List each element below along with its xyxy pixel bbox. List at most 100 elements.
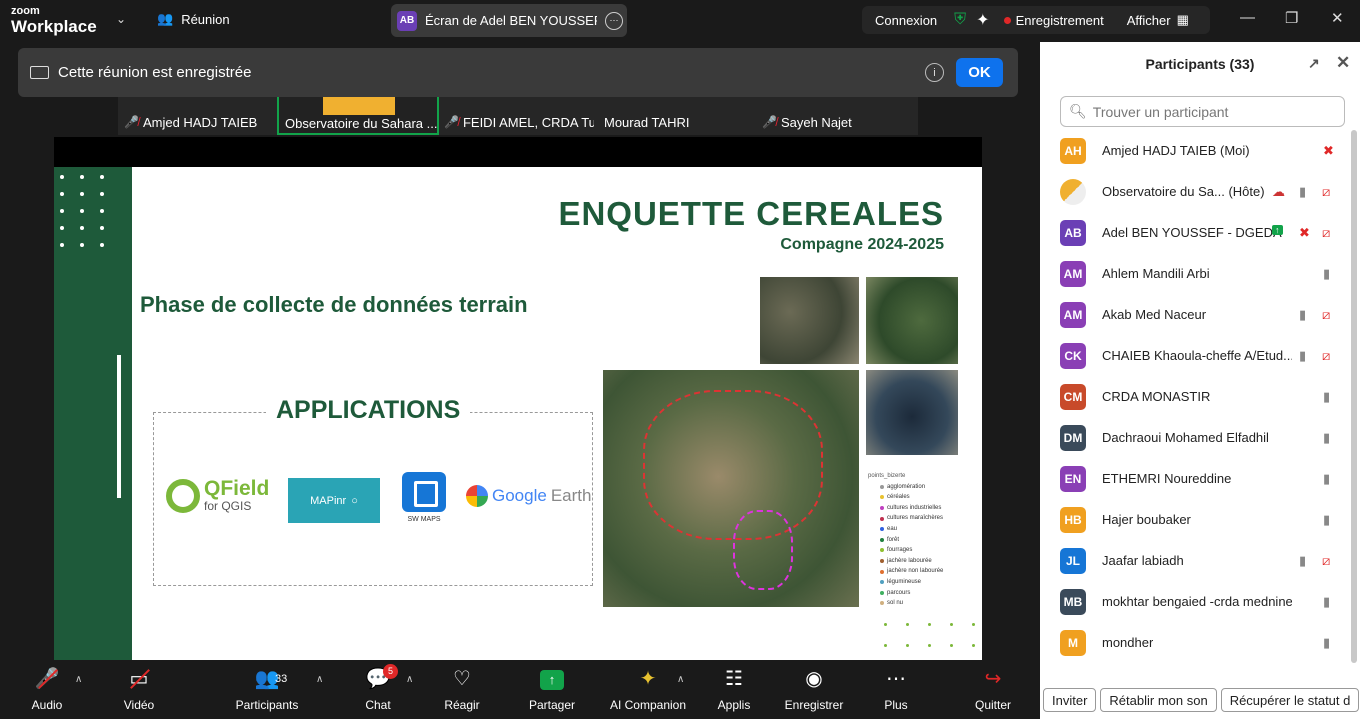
- view-button[interactable]: Afficher ▦: [1127, 12, 1189, 28]
- quit-button[interactable]: ↪ Quitter: [948, 666, 1038, 712]
- chat-options-caret[interactable]: ∧: [406, 674, 413, 685]
- recording-indicator[interactable]: Enregistrement: [1003, 13, 1104, 28]
- mic-icon[interactable]: ▮: [1299, 184, 1306, 200]
- thumb-feidi[interactable]: 🎤̸ FEIDI AMEL, CRDA Tu...: [444, 111, 594, 133]
- video-label: Vidéo: [123, 698, 155, 712]
- map-pin-icon: ○: [351, 494, 358, 507]
- share-screen-icon: ↑: [507, 666, 597, 692]
- video-off-icon[interactable]: ⧄: [1322, 307, 1330, 323]
- video-off-icon[interactable]: ⧄: [1322, 184, 1330, 200]
- legend-item: céréales: [860, 492, 976, 503]
- more-button[interactable]: ⋯ Plus: [851, 666, 941, 712]
- ok-button[interactable]: OK: [956, 58, 1003, 87]
- slide-subtitle: Compagne 2024-2025: [780, 236, 944, 253]
- heart-icon: ♡: [453, 668, 471, 690]
- pop-out-icon[interactable]: ↗: [1308, 55, 1320, 72]
- participant-row[interactable]: AB Adel BEN YOUSSEF - DGEDA ↑ ✖ ⧄: [1060, 212, 1345, 253]
- ai-companion-button[interactable]: ✦ AI Companion: [603, 666, 693, 712]
- mic-icon[interactable]: ▮: [1299, 553, 1306, 569]
- participant-name: Adel BEN YOUSSEF - DGEDA: [1102, 225, 1282, 240]
- participant-row[interactable]: HB Hajer boubaker ▮: [1060, 499, 1345, 540]
- avatar: HB: [1060, 506, 1086, 533]
- zoom-logo[interactable]: zoom Workplace: [11, 6, 97, 36]
- survey-points-map: [603, 370, 859, 607]
- minimize-icon[interactable]: —: [1240, 9, 1255, 26]
- participant-search-input[interactable]: 🔍︎ Trouver un participant: [1060, 96, 1345, 127]
- participant-row[interactable]: AM Ahlem Mandili Arbi ▮: [1060, 253, 1345, 294]
- participant-row[interactable]: Observatoire du Sa... (Hôte) ☁ ▮ ⧄: [1060, 171, 1345, 212]
- participant-row[interactable]: AH Amjed HADJ TAIEB (Moi) ✖: [1060, 130, 1345, 171]
- thumb-amjed[interactable]: 🎤̸ Amjed HADJ TAIEB: [124, 111, 274, 133]
- legend-label: eau: [887, 525, 898, 532]
- maximize-icon[interactable]: ❐: [1285, 9, 1298, 27]
- google-earth-icon: [466, 485, 488, 507]
- video-button[interactable]: ▭ Vidéo: [94, 666, 184, 712]
- shield-icon[interactable]: ⛨: [954, 11, 966, 29]
- mic-icon[interactable]: ▮: [1323, 471, 1330, 487]
- slide-title: ENQUETTE CEREALES: [558, 195, 944, 232]
- mic-icon[interactable]: ▮: [1323, 594, 1330, 610]
- close-icon[interactable]: ✕: [1331, 9, 1344, 27]
- ai-options-caret[interactable]: ∧: [677, 674, 684, 685]
- legend-item: fourrages: [860, 545, 976, 556]
- legend-swatch-icon: [880, 569, 884, 574]
- participant-row[interactable]: EN ETHEMRI Noureddine ▮: [1060, 458, 1345, 499]
- avatar: DM: [1060, 424, 1086, 451]
- record-button[interactable]: ◉ Enregistrer: [769, 666, 859, 712]
- shared-screen[interactable]: ENQUETTE CEREALES Compagne 2024-2025 Pha…: [54, 137, 982, 660]
- mic-icon[interactable]: ▮: [1323, 389, 1330, 405]
- video-thumbnail-strip: 🎤̸ Amjed HADJ TAIEB Observatoire du Sahar…: [118, 97, 918, 135]
- video-off-icon[interactable]: ⧄: [1322, 348, 1330, 364]
- participant-row[interactable]: Mmondher ▮: [1060, 622, 1345, 663]
- mic-icon[interactable]: ▮: [1323, 430, 1330, 446]
- thumb-sayeh[interactable]: 🎤̸ Sayeh Najet: [762, 111, 872, 133]
- ai-label: AI Companion: [609, 698, 687, 712]
- sparkle-icon[interactable]: ✦: [976, 10, 989, 30]
- react-button[interactable]: ♡ Réagir: [417, 666, 507, 712]
- meeting-label: Réunion: [181, 11, 230, 27]
- audio-options-caret[interactable]: ∧: [75, 674, 82, 685]
- close-panel-icon[interactable]: ✕: [1336, 53, 1350, 73]
- mic-icon[interactable]: ▮: [1323, 635, 1330, 651]
- more-options-icon[interactable]: ···: [605, 11, 623, 30]
- mic-icon[interactable]: ▮: [1323, 266, 1330, 282]
- cloud-record-icon: ☁: [1272, 184, 1285, 199]
- chevron-down-icon[interactable]: ⌄: [116, 12, 126, 26]
- mic-icon[interactable]: ▮: [1299, 307, 1306, 323]
- participant-row[interactable]: CK CHAIEB Khaoula-cheffe A/Etud... ▮ ⧄: [1060, 335, 1345, 376]
- mic-icon[interactable]: ▮: [1323, 512, 1330, 528]
- participant-row[interactable]: JL Jaafar labiadh ▮ ⧄: [1060, 540, 1345, 581]
- participants-options-caret[interactable]: ∧: [316, 674, 323, 685]
- mic-muted-icon[interactable]: ✖: [1299, 225, 1310, 241]
- recover-status-button[interactable]: Récupérer le statut d: [1220, 688, 1360, 712]
- participant-row[interactable]: AM Akab Med Naceur ▮ ⧄: [1060, 294, 1345, 335]
- more-label: Plus: [884, 698, 908, 712]
- legend-swatch-icon: [880, 484, 884, 489]
- connexion-button[interactable]: Connexion: [875, 13, 937, 28]
- participant-row[interactable]: MB mokhtar bengaied -crda mednine ▮: [1060, 581, 1345, 622]
- share-tab[interactable]: AB Écran de Adel BEN YOUSSEF - DGEDA ···: [391, 4, 627, 37]
- info-icon[interactable]: i: [925, 63, 944, 82]
- participants-label: Participants: [235, 698, 299, 712]
- participant-row[interactable]: CM CRDA MONASTIR ▮: [1060, 376, 1345, 417]
- audio-button[interactable]: 🎤Audio: [2, 666, 92, 712]
- legend-swatch-icon: [880, 495, 884, 500]
- video-off-icon[interactable]: ⧄: [1322, 553, 1330, 569]
- thumb-mourad[interactable]: Mourad TAHRI: [604, 111, 714, 133]
- participant-name: mokhtar bengaied -crda mednine: [1102, 594, 1292, 609]
- avatar: JL: [1060, 547, 1086, 574]
- mic-muted-icon[interactable]: ✖: [1323, 143, 1334, 159]
- participant-row[interactable]: DM Dachraoui Mohamed Elfadhil ▮: [1060, 417, 1345, 458]
- participants-button[interactable]: 👥 33 Participants: [222, 666, 312, 712]
- participant-list-scrollbar[interactable]: [1351, 130, 1357, 663]
- unmute-me-button[interactable]: Rétablir mon son: [1100, 688, 1217, 712]
- video-off-icon[interactable]: ⧄: [1322, 225, 1330, 241]
- apps-button[interactable]: ☷ Applis: [689, 666, 779, 712]
- chat-button[interactable]: 💬 5 Chat: [333, 664, 423, 712]
- invite-button[interactable]: Inviter: [1043, 688, 1097, 712]
- grid-icon: ▦: [1176, 12, 1189, 27]
- mic-icon[interactable]: ▮: [1299, 348, 1306, 364]
- meeting-button[interactable]: 👥 Réunion: [157, 11, 230, 27]
- thumb-observatoire[interactable]: Observatoire du Sahara ...: [277, 97, 439, 135]
- share-button[interactable]: ↑ Partager: [507, 666, 597, 712]
